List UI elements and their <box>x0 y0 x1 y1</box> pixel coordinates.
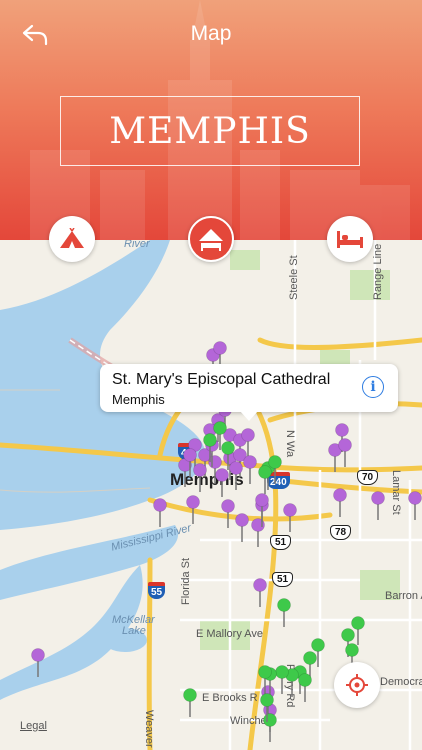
bed-icon <box>337 231 363 248</box>
hotel-pin[interactable] <box>283 503 297 533</box>
info-icon: i <box>370 379 376 395</box>
attraction-pin[interactable] <box>258 465 272 495</box>
callout-subtitle: Memphis <box>112 392 165 407</box>
city-name: MEMPHIS <box>109 110 311 152</box>
info-button[interactable]: i <box>362 376 384 398</box>
crosshair-icon <box>346 674 368 696</box>
hotel-pin[interactable] <box>408 491 422 521</box>
legal-link[interactable]: Legal <box>20 720 47 732</box>
city-title-box: MEMPHIS <box>60 96 360 166</box>
hotels-filter-button[interactable] <box>188 216 234 262</box>
hotel-pin[interactable] <box>235 513 249 543</box>
attraction-pin[interactable] <box>183 688 197 718</box>
locate-me-button[interactable] <box>334 662 380 708</box>
tent-bed-icon <box>199 229 223 251</box>
hotel-pin[interactable] <box>215 468 229 498</box>
attraction-pin[interactable] <box>277 598 291 628</box>
header-banner: Map MEMPHIS <box>0 0 422 240</box>
hotel-pin[interactable] <box>333 488 347 518</box>
location-callout[interactable]: St. Mary's Episcopal Cathedral Memphis i <box>100 364 398 421</box>
hotel-pin[interactable] <box>31 648 45 678</box>
hotel-pin[interactable] <box>153 498 167 528</box>
hotel-pin[interactable] <box>193 463 207 493</box>
callout-tail <box>240 411 258 421</box>
hotel-pin[interactable] <box>243 455 257 485</box>
hotel-pin[interactable] <box>371 491 385 521</box>
attraction-pin[interactable] <box>263 713 277 743</box>
tent-icon <box>60 228 84 248</box>
hotel-pin[interactable] <box>221 499 235 529</box>
lodging-filter-button[interactable] <box>327 216 373 262</box>
attractions-filter-button[interactable] <box>49 216 95 262</box>
callout-title: St. Mary's Episcopal Cathedral <box>112 371 331 388</box>
attraction-pin[interactable] <box>275 665 289 695</box>
hotel-pin[interactable] <box>186 495 200 525</box>
attraction-pin[interactable] <box>351 616 365 646</box>
hotel-pin[interactable] <box>253 578 267 608</box>
page-title: Map <box>190 22 232 45</box>
